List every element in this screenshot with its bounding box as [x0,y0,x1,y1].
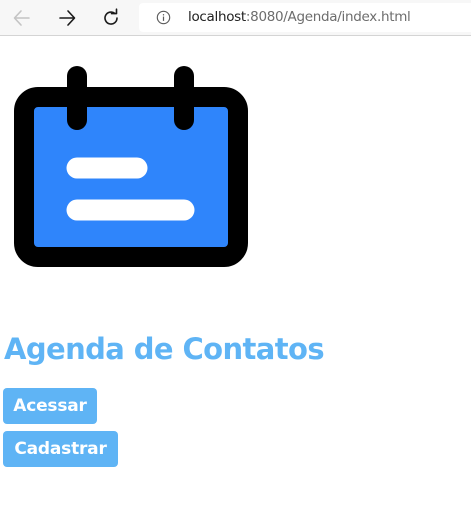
reload-icon [104,8,118,25]
cadastrar-button[interactable]: Cadastrar [3,431,118,467]
url-path: :8080/Agenda/index.html [245,9,411,25]
info-icon[interactable] [156,10,171,25]
back-button[interactable] [8,4,36,32]
browser-toolbar: localhost:8080/Agenda/index.html [0,0,471,36]
arrow-right-icon [59,10,76,26]
calendar-icon [14,66,248,267]
reload-button[interactable] [97,4,125,32]
forward-button[interactable] [53,4,81,32]
url-text[interactable]: localhost:8080/Agenda/index.html [188,9,411,25]
address-bar[interactable]: localhost:8080/Agenda/index.html [139,3,471,32]
url-host: localhost [188,9,246,25]
page-title: Agenda de Contatos [4,332,325,366]
acessar-button[interactable]: Acessar [3,388,97,424]
arrow-left-icon [13,10,30,26]
